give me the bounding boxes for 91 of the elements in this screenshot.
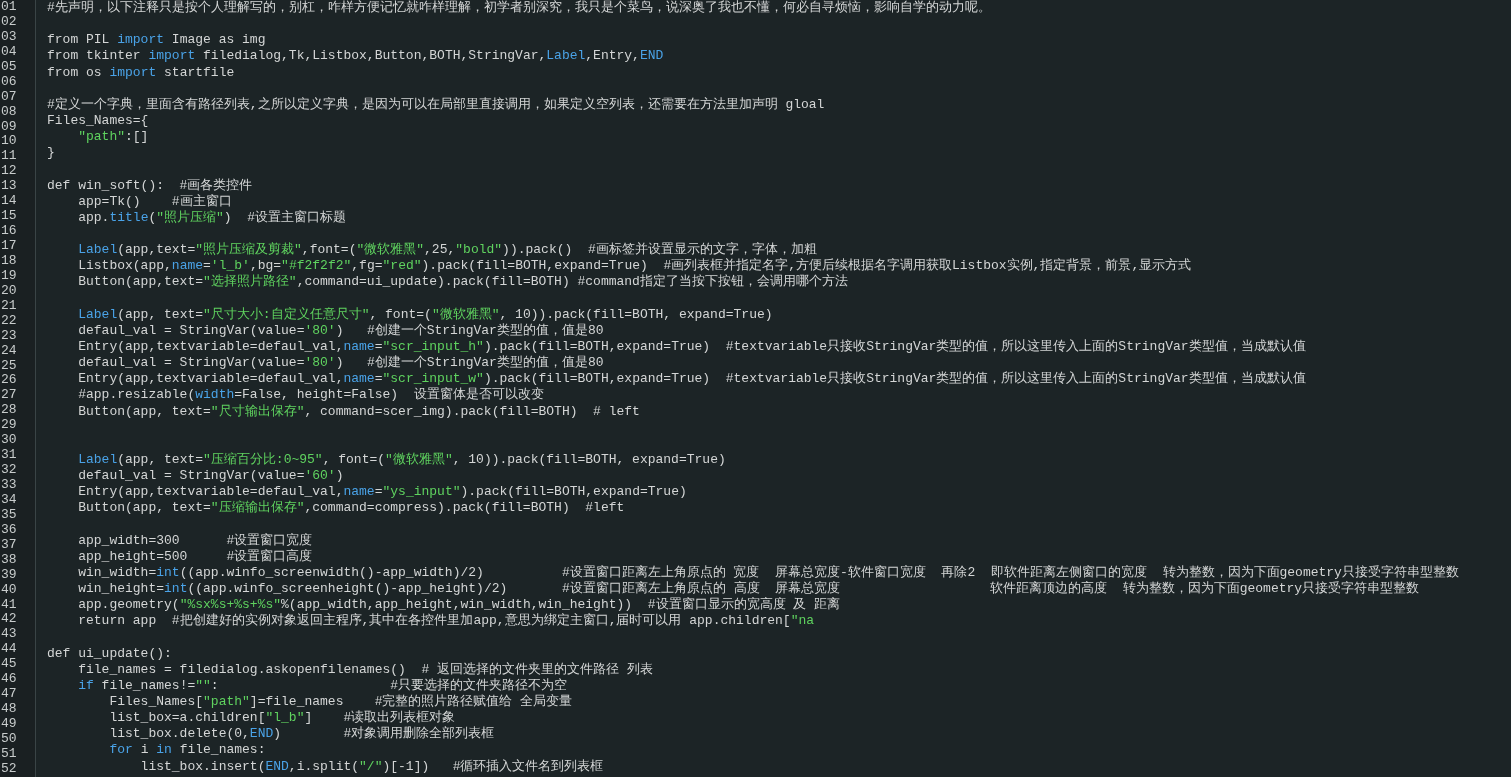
code-line: list_box.insert(END,i.split("/")[-1]) #循环插入文件名到列表框 bbox=[139, 758, 604, 775]
line-number: 35 bbox=[0, 507, 18, 523]
code-line: "path":[] bbox=[77, 129, 149, 146]
code-line: Label(app,text="照片压缩及剪裁",font=("微软雅黑",25,"bold")).pack() #画标签并设置显示的文字，字体，加粗 bbox=[77, 242, 817, 258]
line-number: 25 bbox=[0, 358, 18, 374]
line-number: 51 bbox=[0, 746, 18, 762]
code-line: win_width=int((app.winfo_screenwidth()-app_width)/2) #设置窗口距离左上角原点的 宽度 屏幕总宽度-软件窗口宽度 再除2 即软件距离左侧窗口的宽度 转为整数，因为下面geometry只接受字符串型整数 bbox=[77, 564, 1459, 581]
line-number: 24 bbox=[0, 343, 18, 359]
line-number: 04 bbox=[0, 44, 18, 60]
line-number: 33 bbox=[0, 478, 18, 493]
code-line: list_box=a.children["l_b"] #读取出列表框对象 bbox=[108, 710, 456, 726]
code-line: Listbox(app,name='l_b',bg="#f2f2f2",fg="red").pack(fill=BOTH,expand=True) #画列表框并指定名字,方便后续根据名字调用获取Listbox实例,指定背景，前景,显示方式 bbox=[77, 258, 1192, 274]
line-number: 06 bbox=[0, 74, 18, 90]
code-line: defaul_val = StringVar(value='60') bbox=[77, 468, 344, 485]
line-number: 45 bbox=[0, 657, 18, 673]
code-line: Entry(app,textvariable=defaul_val,name="scr_input_h").pack(fill=BOTH,expand=True) #textvariable只接收StringVar类型的值，所以这里传入上面的StringVar类型值，当成默认值 bbox=[77, 338, 1306, 355]
line-number: 44 bbox=[0, 642, 18, 658]
line-number: 31 bbox=[0, 448, 18, 464]
code-line: from os import startfile bbox=[47, 64, 235, 81]
code-line: win_height=int((app.winfo_screenheight()-app_height)/2) #设置窗口距离左上角原点的 高度 屏幕总宽度 软件距离顶边的高度 转为整数，因为下面geometry只接受字符串型整数 bbox=[77, 581, 1420, 597]
line-number: 08 bbox=[0, 104, 18, 120]
line-number: 38 bbox=[0, 552, 18, 568]
line-number: 27 bbox=[0, 388, 18, 404]
line-number: 36 bbox=[0, 522, 18, 538]
code-line: def win_soft(): #画各类控件 bbox=[47, 177, 253, 194]
code-line: app.title("照片压缩") #设置主窗口标题 bbox=[77, 209, 347, 226]
line-number: 12 bbox=[0, 164, 18, 180]
code-line: #定义一个字典，里面含有路径列表,之所以定义字典，是因为可以在局部里直接调用，如果定义空列表，还需要在方法里加声明 gloal bbox=[47, 96, 825, 113]
line-number: 29 bbox=[0, 418, 18, 434]
line-number: 47 bbox=[0, 687, 18, 703]
line-number: 20 bbox=[0, 283, 18, 299]
line-number: 30 bbox=[0, 433, 18, 449]
line-number: 19 bbox=[0, 268, 18, 284]
line-number: 42 bbox=[0, 612, 18, 628]
line-number: 21 bbox=[0, 298, 18, 314]
code-line: Files_Names={ bbox=[47, 113, 149, 130]
code-line: #app.resizable(width=False, height=False) 设置窗体是否可以改变 bbox=[77, 387, 544, 404]
line-number: 48 bbox=[0, 702, 18, 717]
line-number: 46 bbox=[0, 672, 18, 688]
line-number: 11 bbox=[0, 149, 18, 165]
line-number: 05 bbox=[0, 59, 18, 75]
line-number: 39 bbox=[0, 567, 18, 583]
code-line: if file_names!="": #只要选择的文件夹路径不为空 bbox=[77, 677, 568, 694]
code-line: Button(app, text="尺寸输出保存", command=scer_img).pack(fill=BOTH) # left bbox=[77, 403, 640, 420]
line-number: 18 bbox=[0, 253, 18, 269]
line-number: 07 bbox=[0, 89, 18, 105]
line-number: 26 bbox=[0, 373, 18, 389]
line-number: 52 bbox=[0, 761, 18, 777]
code-line: Entry(app,textvariable=defaul_val,name="scr_input_w").pack(fill=BOTH,expand=True) #textvariable只接收StringVar类型的值，所以这里传入上面的StringVar类型值，当成默认值 bbox=[77, 371, 1306, 387]
line-number: 17 bbox=[0, 239, 18, 254]
code-line: app.geometry("%sx%s+%s+%s"%(app_width,app_height,win_width,win_height)) #设置窗口显示的宽高度 及 距离 bbox=[77, 597, 841, 613]
code-line: for i in file_names: bbox=[108, 742, 266, 759]
code-line: Files_Names["path"]=file_names #完整的照片路径赋值给 全局变量 bbox=[108, 694, 573, 710]
line-number: 23 bbox=[0, 328, 18, 344]
line-number: 01 bbox=[0, 0, 18, 15]
code-line: return app #把创建好的实例对象返回主程序,其中在各控件里加app,意思为绑定主窗口,届时可以用 app.children["na bbox=[77, 613, 815, 630]
code-line: file_names = filedialog.askopenfilenames() # 返回选择的文件夹里的文件路径 列表 bbox=[77, 661, 653, 678]
line-number: 14 bbox=[0, 194, 18, 210]
line-number: 34 bbox=[0, 492, 18, 508]
line-number: 28 bbox=[0, 403, 18, 419]
line-number: 16 bbox=[0, 224, 18, 239]
code-line: app_width=300 #设置窗口宽度 bbox=[77, 532, 313, 549]
line-number: 13 bbox=[0, 179, 18, 195]
code-line: from tkinter import filedialog,Tk,Listbox,Button,BOTH,StringVar,Label,Entry,END bbox=[47, 48, 664, 65]
line-number: 41 bbox=[0, 597, 18, 613]
line-number: 32 bbox=[0, 463, 18, 478]
code-line: Button(app, text="压缩输出保存",command=compress).pack(fill=BOTH) #left bbox=[77, 500, 625, 517]
code-line: } bbox=[47, 145, 55, 162]
code-line: defaul_val = StringVar(value='80') #创建一个StringVar类型的值，值是80 bbox=[77, 355, 604, 372]
code-line: app_height=500 #设置窗口高度 bbox=[77, 548, 313, 565]
line-number: 22 bbox=[0, 313, 18, 329]
line-number: 15 bbox=[0, 209, 18, 225]
code-line: app=Tk() #画主窗口 bbox=[77, 193, 232, 210]
line-number: 10 bbox=[0, 134, 18, 150]
code-line: Label(app, text="压缩百分比:0~95", font=("微软雅黑", 10)).pack(fill=BOTH, expand=True) bbox=[77, 451, 726, 469]
code-line: def ui_update(): bbox=[47, 645, 172, 662]
code-line: list_box.delete(0,END) #对象调用删除全部列表框 bbox=[108, 726, 495, 743]
line-number: 02 bbox=[0, 14, 18, 30]
line-number: 43 bbox=[0, 627, 18, 643]
code-line: #先声明，以下注释只是按个人理解写的，别杠，咋样方便记忆就咋样理解，初学者别深究，我只是个菜鸟，说深奥了我也不懂，何必自寻烦恼，影响自学的动力呢。 bbox=[47, 0, 991, 17]
line-number: 03 bbox=[0, 29, 18, 45]
line-number: 09 bbox=[0, 119, 18, 135]
line-number: 49 bbox=[0, 717, 18, 732]
line-number: 37 bbox=[0, 537, 18, 553]
code-line: from PIL import Image as img bbox=[47, 32, 266, 49]
code-line: defaul_val = StringVar(value='80') #创建一个StringVar类型的值，值是80 bbox=[77, 322, 604, 339]
code-line: Label(app, text="尺寸大小:自定义任意尺寸", font=("微软雅黑", 10)).pack(fill=BOTH, expand=True) bbox=[77, 306, 773, 323]
code-line: Button(app,text="选择照片路径",command=ui_update).pack(fill=BOTH) #command指定了当按下按钮，会调用哪个方法 bbox=[77, 274, 848, 291]
code-line: Entry(app,textvariable=defaul_val,name="ys_input").pack(fill=BOTH,expand=True) bbox=[77, 484, 687, 500]
line-number: 50 bbox=[0, 731, 18, 747]
line-number: 40 bbox=[0, 582, 18, 598]
